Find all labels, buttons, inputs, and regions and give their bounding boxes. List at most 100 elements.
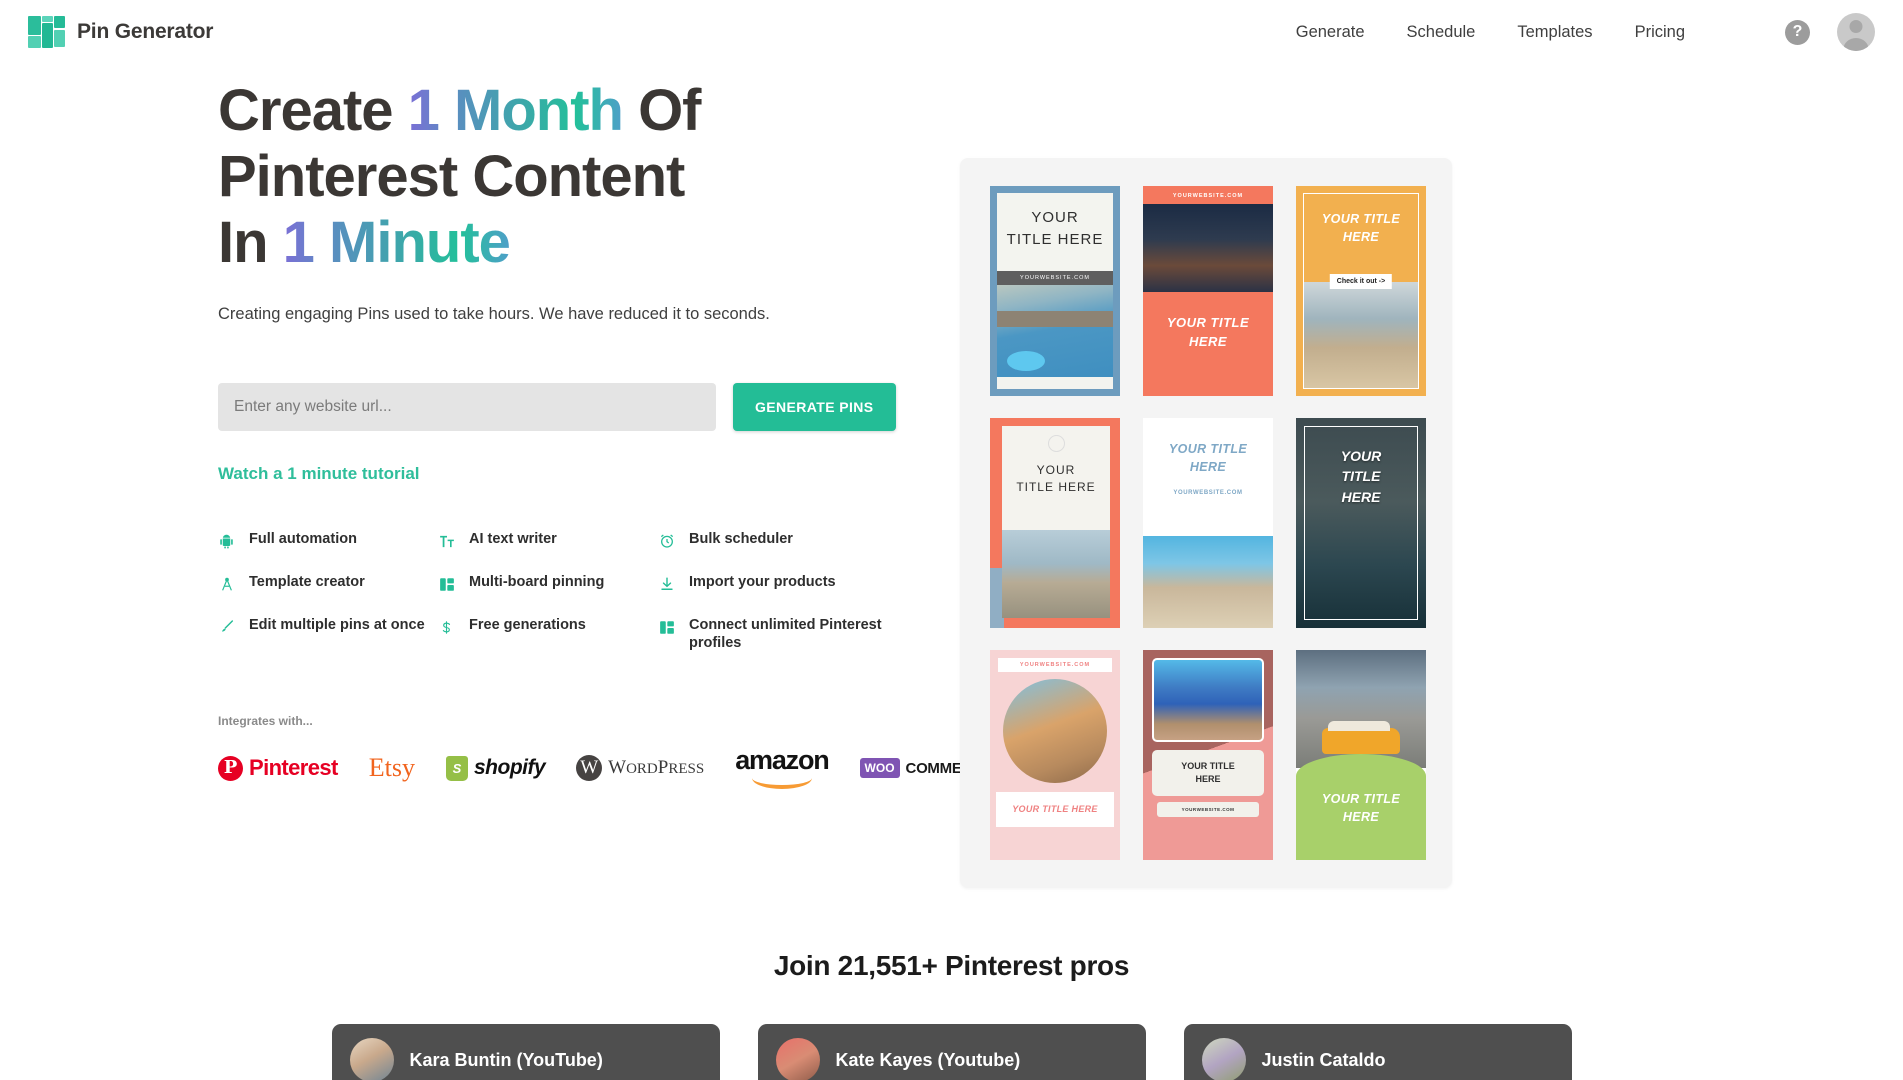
pin-title: YOUR TITLE HERE [1321, 792, 1401, 825]
pin-card[interactable]: YOUR TITLE HERE YOURWEBSITE.COM [1143, 650, 1273, 860]
feature-list: Full automation AI text writer Bulk sche… [218, 530, 960, 652]
nav-link-schedule[interactable]: Schedule [1407, 23, 1476, 42]
pin-title: YOUR TITLE HERE [1166, 315, 1250, 349]
feature-item: Edit multiple pins at once [218, 616, 438, 652]
tutorial-link[interactable]: Watch a 1 minute tutorial [218, 464, 420, 484]
nav-link-generate[interactable]: Generate [1296, 23, 1365, 42]
testimonial-name: Justin Cataldo [1261, 1049, 1386, 1070]
generate-form: GENERATE PINS [218, 383, 960, 432]
nav-right-group: ? [1785, 13, 1875, 51]
testimonial-name: Kate Kayes (Youtube) [835, 1049, 1021, 1070]
headline-highlight-minute: 1 Minute [282, 210, 511, 276]
hero-left-column: Create 1 Month Of Pinterest Content In 1… [0, 78, 993, 888]
generate-pins-button[interactable]: GENERATE PINS [733, 383, 896, 432]
wordpress-icon: W [576, 755, 603, 782]
headline-line1-a: Create [218, 78, 408, 143]
nav-links: Generate Schedule Templates Pricing ? [1296, 13, 1875, 51]
shopify-label: shopify [473, 756, 546, 780]
download-icon [658, 574, 675, 594]
pin-image [1304, 282, 1418, 388]
hero-section: Create 1 Month Of Pinterest Content In 1… [0, 64, 1903, 888]
pin-card[interactable]: YOUR TITLE HERE YOURWEBSITE.COM [1143, 418, 1273, 628]
shopify-icon: S [445, 755, 468, 781]
headline-line3-a: In [218, 210, 283, 276]
etsy-label: Etsy [368, 753, 415, 783]
wordpress-logo: W WORDPRESS [576, 755, 705, 782]
pin-website: YOURWEBSITE.COM [1172, 193, 1244, 199]
nav-link-templates[interactable]: Templates [1517, 23, 1592, 42]
avatar [349, 1038, 394, 1080]
pinterest-label: Pinterest [249, 755, 338, 781]
pin-card[interactable]: YOUR TITLE HERE [990, 418, 1120, 628]
pin-card[interactable]: YOUR TITLE HERE YOURWEBSITE.COM [990, 186, 1120, 396]
pin-image [1002, 530, 1110, 618]
headline-highlight-month: 1 Month [407, 78, 624, 143]
amazon-smile-icon [751, 778, 812, 789]
paintbrush-icon [218, 617, 235, 637]
nav-link-pricing[interactable]: Pricing [1635, 23, 1685, 42]
testimonial-list: Kara Buntin (YouTube) Kate Kayes (Youtub… [0, 1024, 1903, 1080]
pin-title: YOUR TITLE HERE [1168, 442, 1248, 475]
alarm-clock-icon [658, 531, 675, 551]
testimonial-card[interactable]: Kate Kayes (Youtube) [757, 1024, 1146, 1080]
feature-item: Template creator [218, 573, 438, 594]
headline-line2: Pinterest Content [218, 144, 685, 210]
headline-line1-c: Of [622, 78, 701, 143]
pin-title: YOUR TITLE HERE [1016, 463, 1096, 495]
feature-item: Bulk scheduler [658, 530, 918, 551]
feature-label: Free generations [469, 617, 586, 634]
integration-logos: P Pinterest Etsy S shopify W WORDPRESS a… [218, 747, 993, 789]
compass-divider-icon [218, 574, 235, 594]
wordpress-label: WORDPRESS [608, 757, 705, 779]
feature-label: AI text writer [469, 531, 557, 548]
brand-name: Pin Generator [77, 20, 214, 43]
shopify-logo: S shopify [445, 755, 546, 781]
social-proof-heading: Join 21,551+ Pinterest pros [773, 950, 1130, 981]
amazon-logo: amazon [735, 747, 830, 789]
pin-image [1143, 536, 1273, 628]
feature-label: Full automation [249, 531, 357, 548]
feature-label: Multi-board pinning [469, 574, 605, 591]
grid-layout-icon [658, 617, 675, 637]
feature-label: Connect unlimited Pinterest profiles [689, 617, 882, 652]
pin-image [997, 284, 1113, 377]
testimonial-card[interactable]: Justin Cataldo [1183, 1024, 1572, 1080]
pin-card[interactable]: YOUR TITLE HERE Check it out -> [1296, 186, 1426, 396]
pin-cta-button[interactable]: Check it out -> [1329, 274, 1393, 289]
feature-label: Import your products [689, 574, 836, 591]
pin-website: YOURWEBSITE.COM [1173, 490, 1243, 497]
pin-card[interactable]: YOUR TITLE HERE [1296, 650, 1426, 860]
pin-grid: YOUR TITLE HERE YOURWEBSITE.COM YOURWEBSI… [990, 186, 1426, 860]
testimonial-card[interactable]: Kara Buntin (YouTube) [331, 1024, 720, 1080]
pin-image [1143, 204, 1273, 292]
pin-card[interactable]: YOURWEBSITE.COM YOUR TITLE HERE [1143, 186, 1273, 396]
feature-item: Import your products [658, 573, 918, 594]
brand-logo[interactable]: Pin Generator [28, 16, 213, 48]
pinterest-icon: P [218, 755, 243, 781]
pin-website: YOURWEBSITE.COM [997, 270, 1113, 285]
integrations-label: Integrates with... [218, 714, 313, 729]
grid-layout-icon [438, 574, 455, 594]
feature-item: AI text writer [438, 530, 658, 551]
help-circle-icon[interactable]: ? [1785, 19, 1810, 45]
testimonial-name: Kara Buntin (YouTube) [409, 1049, 603, 1070]
pin-title: YOUR TITLE HERE [1152, 750, 1264, 797]
pin-title: YOUR TITLE HERE [996, 792, 1114, 828]
feature-item: Free generations [438, 616, 658, 652]
pin-card[interactable]: YOURWEBSITE.COM YOUR TITLE HERE [990, 650, 1120, 860]
pin-title: YOUR TITLE HERE [1321, 212, 1401, 245]
top-navigation-bar: Pin Generator Generate Schedule Template… [0, 0, 1903, 64]
pin-card[interactable]: YOUR TITLE HERE [1296, 418, 1426, 628]
dollar-sign-icon [438, 617, 455, 637]
hero-subtitle: Creating engaging Pins used to take hour… [218, 305, 770, 324]
search-input[interactable] [218, 383, 716, 432]
grid-logo-icon [28, 16, 65, 48]
user-avatar-icon[interactable] [1837, 13, 1875, 51]
pin-website: YOURWEBSITE.COM [1157, 802, 1259, 818]
feature-label: Bulk scheduler [689, 531, 793, 548]
pin-preview-panel: YOUR TITLE HERE YOURWEBSITE.COM YOURWEBSI… [960, 158, 1452, 888]
pinterest-logo: P Pinterest [218, 755, 338, 781]
avatar [1201, 1038, 1246, 1080]
feature-label: Template creator [249, 574, 365, 591]
pin-preview-column: YOUR TITLE HERE YOURWEBSITE.COM YOURWEBSI… [960, 78, 1903, 888]
